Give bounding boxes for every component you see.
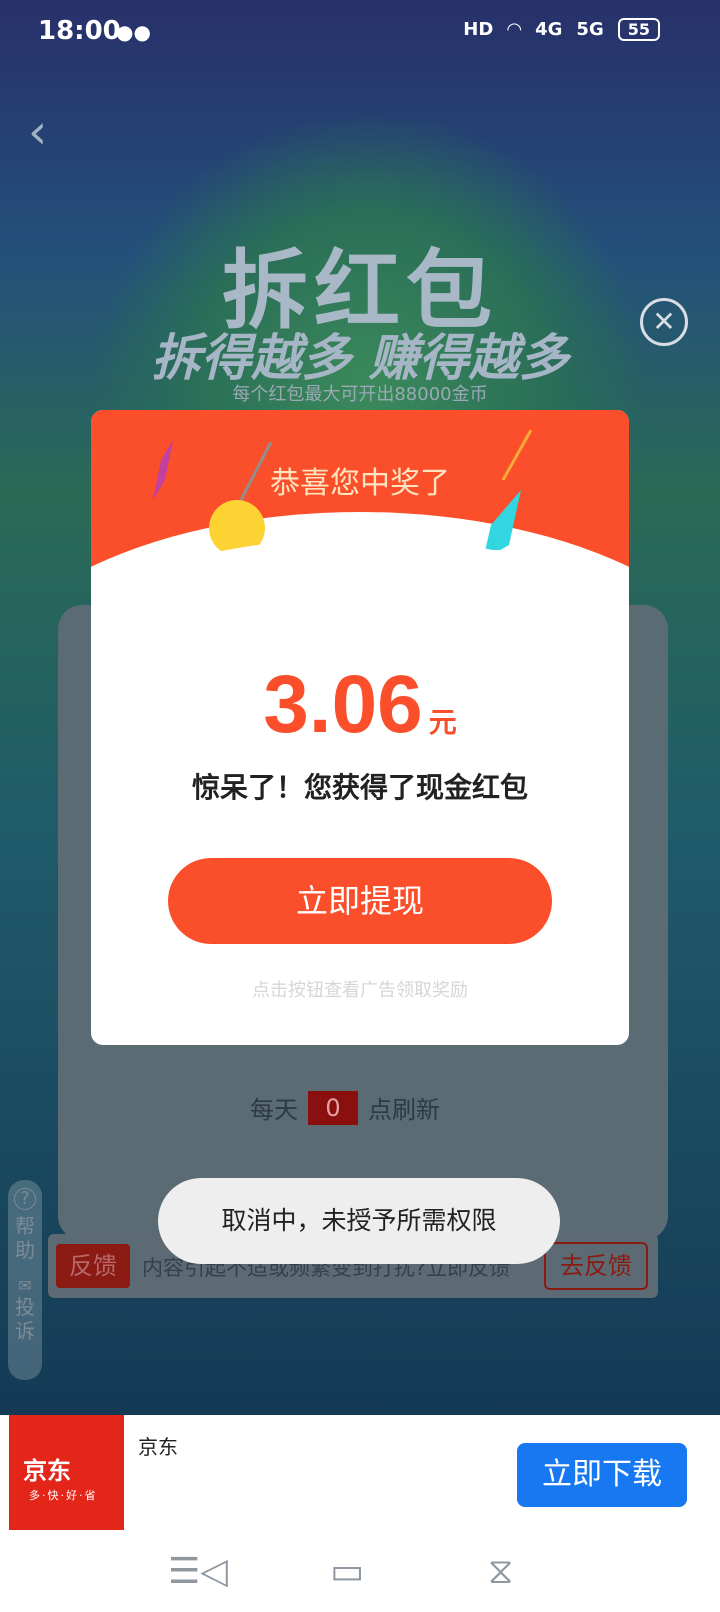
claim-hint: 点击按钮查看广告领取奖励: [252, 980, 468, 1001]
download-button[interactable]: 立即下载: [517, 1443, 687, 1507]
feedback-tag: 反馈: [56, 1244, 130, 1288]
status-bar: 18:00 ●● HD ◠ 4G 5G 55: [0, 0, 720, 64]
wechat-icon: ●●: [116, 20, 151, 44]
jd-logo-text: 京东: [23, 1457, 71, 1485]
feedback-button[interactable]: 去反馈: [544, 1242, 648, 1290]
prize-amount-value: 3.06: [263, 659, 423, 750]
menu-back-icon[interactable]: ☰◁: [168, 1551, 228, 1592]
ad-banner[interactable]: 京东 多·快·好·省 京东 立即下载: [0, 1415, 720, 1535]
refresh-count: 0: [308, 1090, 358, 1125]
recent-apps-icon[interactable]: ⧖: [488, 1551, 513, 1593]
wifi-icon: ◠: [507, 19, 522, 40]
status-time: 18:00: [38, 16, 121, 46]
refresh-info: 每天 0 点刷新: [250, 1090, 440, 1125]
back-arrow-icon[interactable]: ‹: [28, 104, 47, 160]
permission-toast: 取消中，未授予所需权限: [158, 1178, 560, 1264]
jd-logo-slogan: 多·快·好·省: [29, 1489, 98, 1502]
prize-amount: 3.06 元: [91, 658, 629, 752]
battery-icon: 55: [617, 18, 660, 41]
hd-icon: HD: [463, 19, 494, 40]
mail-icon: ✉: [18, 1276, 32, 1295]
prize-description: 惊呆了！您获得了现金红包: [191, 771, 528, 804]
refresh-prefix: 每天: [250, 1096, 298, 1124]
jd-logo[interactable]: 京东 多·快·好·省: [9, 1415, 124, 1530]
side-tab-help[interactable]: 帮助: [8, 1214, 42, 1262]
ad-app-name: 京东: [138, 1435, 178, 1459]
signal-5g-icon: 5G: [576, 19, 604, 40]
signal-4g-icon: 4G: [535, 19, 563, 40]
navigation-bar: ☰◁ ▭ ⧖: [0, 1535, 720, 1612]
prize-amount-unit: 元: [428, 706, 457, 739]
prize-modal: 恭喜您中奖了 3.06 元 惊呆了！您获得了现金红包 立即提现 点击按钮查看广告领…: [91, 410, 629, 1045]
modal-congrats-title: 恭喜您中奖了: [270, 466, 450, 501]
close-icon[interactable]: ✕: [640, 298, 688, 346]
home-icon[interactable]: ▭: [330, 1551, 364, 1592]
refresh-suffix: 点刷新: [368, 1096, 440, 1124]
claim-button[interactable]: 立即提现: [168, 858, 552, 944]
status-indicators: HD ◠ 4G 5G 55: [463, 18, 660, 41]
hero-note: 每个红包最大可开出88000金币: [232, 384, 488, 405]
help-icon: ?: [14, 1188, 36, 1210]
side-tab-complaint[interactable]: 投诉: [8, 1295, 42, 1343]
side-tab[interactable]: ? 帮助 ✉ 投诉: [8, 1180, 42, 1380]
